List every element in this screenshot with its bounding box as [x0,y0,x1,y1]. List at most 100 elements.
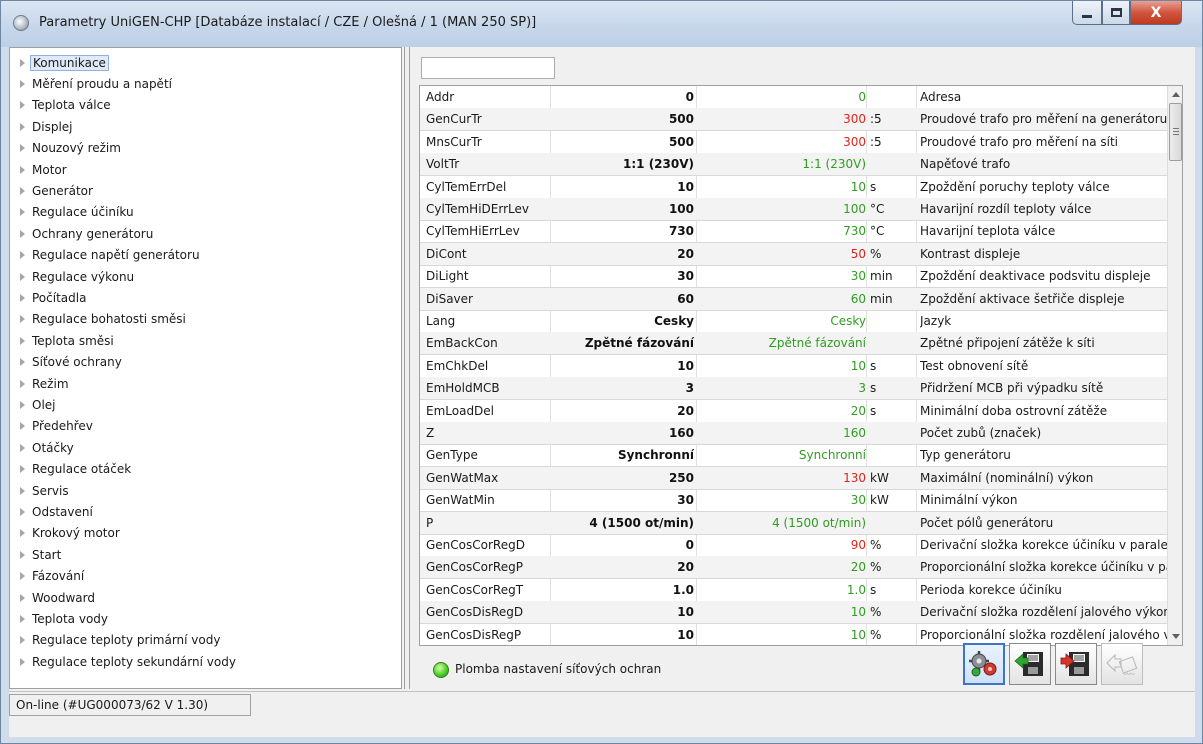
expand-arrow-icon[interactable] [20,379,25,388]
tree-item[interactable]: Displej [20,116,75,137]
current-value[interactable]: 20 [550,400,694,422]
expand-arrow-icon[interactable] [20,272,25,281]
tree-item[interactable]: Start [20,544,63,565]
current-value[interactable]: 20 [550,243,694,265]
settings-button[interactable] [963,643,1005,685]
scrollbar-thumb[interactable] [1169,103,1182,161]
tree-item[interactable]: Regulace účiníku [20,202,136,223]
current-value[interactable]: 30 [550,489,694,511]
tree-item[interactable]: Fázování [20,566,86,587]
group-tree[interactable]: Komunikace Měření proudu a napětí Teplota … [9,47,402,689]
tree-item[interactable]: Měření proudu a napětí [20,73,174,94]
current-value[interactable]: Cesky [550,310,694,332]
current-value[interactable]: 500 [550,108,694,130]
parameter-row[interactable]: Addr 0 0 Adresa [420,86,1167,109]
expand-arrow-icon[interactable] [20,657,25,666]
expand-arrow-icon[interactable] [20,229,25,238]
parameter-row[interactable]: GenCosDisRegD 10 10% Derivační složka rozdě… [420,601,1167,625]
tree-item[interactable]: Regulace napětí generátoru [20,245,202,266]
filter-input[interactable] [421,57,555,79]
minimize-button[interactable] [1072,1,1102,25]
current-value[interactable]: 0 [550,86,694,108]
tree-item[interactable]: Woodward [20,587,97,608]
tree-item[interactable]: Otáčky [20,437,76,458]
expand-arrow-icon[interactable] [20,58,25,67]
tree-item[interactable]: Předehřev [20,416,95,437]
parameter-row[interactable]: CylTemHiDErrLev 100 100 °C Havarijní rozdíl … [420,198,1167,221]
current-value[interactable]: 10 [550,601,694,623]
current-value[interactable]: 100 [550,198,694,220]
parameter-row[interactable]: CylTemErrDel 10 10 s Zpoždění poruchy teplot… [420,176,1167,199]
expand-arrow-icon[interactable] [20,572,25,581]
parameter-row[interactable]: Z 160 160 Počet zubů (značek) [420,422,1167,445]
expand-arrow-icon[interactable] [20,486,25,495]
parameter-row[interactable]: MnsCurTr 500 300:5 Proudové trafo pro měřen… [420,131,1167,154]
tree-item[interactable]: Režim [20,373,71,394]
expand-arrow-icon[interactable] [20,507,25,516]
current-value[interactable]: 4 (1500 ot/min) [550,512,694,534]
current-value[interactable]: 500 [550,131,694,153]
expand-arrow-icon[interactable] [20,122,25,131]
expand-arrow-icon[interactable] [20,315,25,324]
current-value[interactable]: 10 [550,624,694,645]
load-from-disk-button[interactable] [1009,643,1051,685]
current-value[interactable]: 1:1 (230V) [550,153,694,175]
parameter-row[interactable]: GenCosCorRegT 1.0 1.0 s Perioda korekce účin… [420,579,1167,602]
expand-arrow-icon[interactable] [20,465,25,474]
expand-arrow-icon[interactable] [20,593,25,602]
expand-arrow-icon[interactable] [20,443,25,452]
parameter-grid[interactable]: Addr 0 0 Adresa GenCurTr 500 300:5 Proudové tra… [419,85,1183,646]
tree-item[interactable]: Teplota směsi [20,330,116,351]
expand-arrow-icon[interactable] [20,293,25,302]
tree-item[interactable]: Regulace teploty primární vody [20,630,222,651]
tree-item[interactable]: Teplota vody [20,608,110,629]
current-value[interactable]: 30 [550,265,694,287]
parameter-row[interactable]: GenType Synchronní Synchronní Typ generátor… [420,444,1167,468]
expand-arrow-icon[interactable] [20,422,25,431]
expand-arrow-icon[interactable] [20,336,25,345]
expand-arrow-icon[interactable] [20,186,25,195]
tree-item[interactable]: Síťové ochrany [20,352,124,373]
parameter-row[interactable]: GenCosCorRegP 20 20% Proporcionální složka … [420,556,1167,580]
tree-item[interactable]: Regulace bohatosti směsi [20,309,188,330]
current-value[interactable]: 3 [550,377,694,399]
parameter-row[interactable]: EmHoldMCB 3 3 s Přidržení MCB při výpadku sí… [420,377,1167,401]
tree-item[interactable]: Motor [20,159,69,180]
parameter-row[interactable]: CylTemHiErrLev 730 730 °C Havarijní teplota … [420,220,1167,244]
current-value[interactable]: 10 [550,355,694,377]
tree-item[interactable]: Generátor [20,180,95,201]
current-value[interactable]: 250 [550,467,694,489]
tree-item[interactable]: Teplota válce [20,95,113,116]
tree-item[interactable]: Krokový motor [20,523,122,544]
expand-arrow-icon[interactable] [20,208,25,217]
tree-item[interactable]: Servis [20,480,71,501]
current-value[interactable]: 60 [550,288,694,310]
parameter-row[interactable]: DiLight 30 30 min Zpoždění deaktivace podsvi… [420,265,1167,289]
current-value[interactable]: 1.0 [550,579,694,601]
expand-arrow-icon[interactable] [20,358,25,367]
parameter-row[interactable]: DiCont 20 50% Kontrast displeje [420,242,1167,266]
scroll-down-icon[interactable] [1172,634,1180,639]
parameter-row[interactable]: Lang Cesky Cesky Jazyk [420,310,1167,333]
current-value[interactable]: Synchronní [550,444,694,466]
current-value[interactable]: Zpětné fázování [550,332,694,354]
close-button[interactable]: X [1130,1,1182,25]
tree-item[interactable]: Regulace teploty sekundární vody [20,651,238,672]
tree-item[interactable]: Ochrany generátoru [20,223,155,244]
expand-arrow-icon[interactable] [20,636,25,645]
current-value[interactable]: 160 [550,422,694,444]
parameter-row[interactable]: GenCurTr 500 300:5 Proudové trafo pro měřen… [420,108,1167,132]
parameter-row[interactable]: GenCosCorRegD 0 90% Derivační složka korekc… [420,534,1167,557]
tree-item[interactable]: Komunikace [20,52,109,73]
tree-item[interactable]: Olej [20,394,58,415]
expand-arrow-icon[interactable] [20,101,25,110]
current-value[interactable]: 10 [550,176,694,198]
expand-arrow-icon[interactable] [20,144,25,153]
tree-item[interactable]: Odstavení [20,501,95,522]
current-value[interactable]: 0 [550,534,694,556]
vertical-scrollbar[interactable] [1167,86,1182,645]
expand-arrow-icon[interactable] [20,550,25,559]
parameter-row[interactable]: GenWatMax 250 130 kW Maximální (nominální) v… [420,466,1167,490]
current-value[interactable]: 20 [550,556,694,578]
parameter-row[interactable]: DiSaver 60 60 min Zpoždění aktivace šetřiče … [420,287,1167,311]
